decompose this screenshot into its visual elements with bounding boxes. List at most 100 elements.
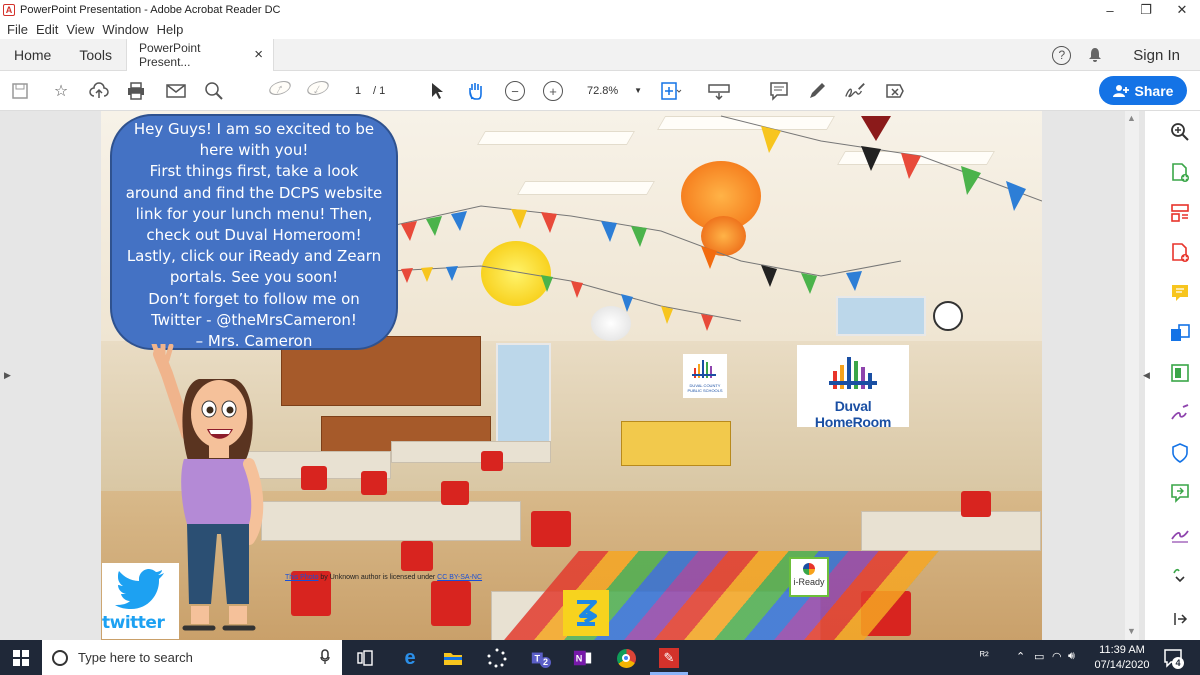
loading-app-icon[interactable]: [487, 648, 507, 668]
fill-sign-icon[interactable]: [1170, 403, 1190, 423]
tab-tools[interactable]: Tools: [65, 39, 126, 71]
close-tab-icon[interactable]: ×: [254, 46, 263, 63]
redact-icon[interactable]: [884, 80, 906, 102]
acrobat-taskbar-icon[interactable]: ✎: [659, 648, 679, 668]
photo-credit-link[interactable]: This Photo: [285, 574, 318, 581]
zearn-link[interactable]: [563, 590, 609, 636]
comment-tool-icon[interactable]: [1170, 283, 1190, 303]
close-window-button[interactable]: ✕: [1164, 0, 1200, 20]
tab-home[interactable]: Home: [0, 39, 65, 71]
minimize-button[interactable]: –: [1092, 0, 1128, 20]
left-panel-toggle-icon[interactable]: ▶: [4, 370, 11, 381]
red-chair: [361, 471, 387, 495]
collapse-panel-icon[interactable]: [1170, 609, 1190, 629]
battery-icon[interactable]: ▭: [1034, 650, 1044, 663]
hand-tool-icon[interactable]: [465, 80, 487, 102]
previous-page-icon[interactable]: ↑: [265, 81, 295, 96]
taskbar-search-box[interactable]: Type here to search: [42, 640, 342, 675]
scroll-up-icon[interactable]: ▲: [1127, 113, 1136, 123]
upload-cloud-icon[interactable]: [88, 80, 110, 102]
fit-page-icon[interactable]: [660, 80, 682, 102]
dcps-logo-icon: [692, 360, 716, 378]
student-table: [391, 441, 551, 463]
cubby-shelf: [621, 421, 731, 466]
search-placeholder: Type here to search: [78, 650, 193, 665]
window-controls: – ❐ ✕: [1092, 0, 1200, 20]
zoom-out-icon[interactable]: −: [505, 81, 525, 101]
microphone-icon[interactable]: [320, 649, 330, 665]
menu-window[interactable]: Window: [102, 22, 148, 37]
show-hidden-icons[interactable]: ⌃: [1016, 650, 1025, 663]
system-clock[interactable]: 11:39 AM 07/14/2020: [1090, 643, 1154, 673]
zoom-select[interactable]: 72.8% ▼: [580, 81, 642, 101]
bubble-line: Don’t forget to follow me on: [148, 289, 360, 308]
red-chair: [531, 511, 571, 547]
email-icon[interactable]: [165, 80, 187, 102]
action-center-icon[interactable]: 4: [1163, 648, 1184, 671]
tab-bar: Home Tools PowerPoint Present... × ? Sig…: [0, 38, 1200, 71]
star-icon[interactable]: ☆: [50, 80, 72, 102]
task-view-icon[interactable]: [357, 648, 377, 668]
next-page-icon[interactable]: ↓: [303, 81, 333, 96]
menu-view[interactable]: View: [66, 22, 94, 37]
teams-badge: 2: [540, 657, 551, 668]
restore-button[interactable]: ❐: [1128, 0, 1164, 20]
scroll-down-icon[interactable]: ▼: [1127, 626, 1136, 636]
right-panel-toggle-icon[interactable]: ◀: [1143, 370, 1150, 381]
student-table: [261, 501, 521, 541]
chrome-icon[interactable]: [616, 648, 636, 668]
request-signature-icon[interactable]: [1170, 523, 1190, 543]
print-icon[interactable]: [125, 80, 147, 102]
share-button[interactable]: Share: [1099, 76, 1187, 105]
iready-link[interactable]: i-Ready: [789, 557, 829, 597]
title-bar: A PowerPoint Presentation - Adobe Acroba…: [0, 0, 1200, 20]
file-explorer-icon[interactable]: [443, 648, 463, 668]
select-cursor-icon[interactable]: [426, 80, 448, 102]
combine-files-icon[interactable]: [1170, 323, 1190, 343]
zoom-search-icon[interactable]: [1170, 122, 1190, 142]
add-user-icon: [1112, 84, 1129, 97]
acrobat-app-icon: A: [3, 4, 15, 16]
red-chair: [441, 481, 469, 505]
sign-in-link[interactable]: Sign In: [1133, 47, 1180, 64]
keyboard-icon[interactable]: [708, 80, 730, 102]
dcps-website-link[interactable]: DUVAL COUNTY PUBLIC SCHOOLS: [683, 354, 727, 398]
vertical-scrollbar[interactable]: ▲ ▼: [1125, 111, 1139, 640]
menu-edit[interactable]: Edit: [36, 22, 58, 37]
wifi-icon[interactable]: ◠: [1052, 650, 1062, 663]
bell-icon[interactable]: [1087, 47, 1103, 63]
send-for-comments-icon[interactable]: [1170, 483, 1190, 503]
zoom-in-icon[interactable]: +: [543, 81, 563, 101]
search-zoom-icon[interactable]: [203, 80, 225, 102]
photo-credit-text: by Unknown author is licensed under: [318, 574, 438, 581]
export-pdf-icon[interactable]: [1170, 243, 1190, 263]
windows-logo-icon: [13, 649, 29, 666]
create-pdf-icon[interactable]: [1170, 163, 1190, 183]
comment-icon[interactable]: [768, 80, 790, 102]
menu-file[interactable]: File: [7, 22, 28, 37]
page-number-input[interactable]: 1: [344, 81, 372, 101]
onenote-icon[interactable]: N: [573, 648, 593, 668]
tab-document[interactable]: PowerPoint Present... ×: [126, 38, 275, 71]
duval-homeroom-link[interactable]: Duval HomeRoom: [797, 345, 909, 430]
pen-icon[interactable]: [806, 80, 828, 102]
help-icon[interactable]: ?: [1052, 45, 1072, 65]
sign-icon[interactable]: [844, 80, 866, 102]
teams-icon[interactable]: T2: [530, 648, 551, 668]
protect-icon[interactable]: [1170, 443, 1190, 463]
license-link[interactable]: CC BY-SA-NC: [437, 574, 482, 581]
more-tools-icon[interactable]: [1170, 563, 1190, 583]
classroom-window: [496, 343, 551, 453]
edge-icon[interactable]: e: [400, 647, 420, 669]
volume-icon[interactable]: 🔊︎: [1068, 650, 1075, 663]
page-total: / 1: [373, 85, 386, 97]
organize-pages-icon[interactable]: [1170, 203, 1190, 223]
people-icon[interactable]: ᴿ²: [980, 650, 989, 662]
tab-bar-right: ? Sign In: [1052, 39, 1180, 71]
start-button[interactable]: [0, 640, 42, 675]
edit-pdf-icon[interactable]: [1170, 363, 1190, 383]
bubble-line: check out Duval Homeroom!: [146, 226, 362, 245]
menu-help[interactable]: Help: [157, 22, 184, 37]
twitter-link[interactable]: twitter: [102, 563, 179, 639]
save-icon[interactable]: [9, 80, 31, 102]
